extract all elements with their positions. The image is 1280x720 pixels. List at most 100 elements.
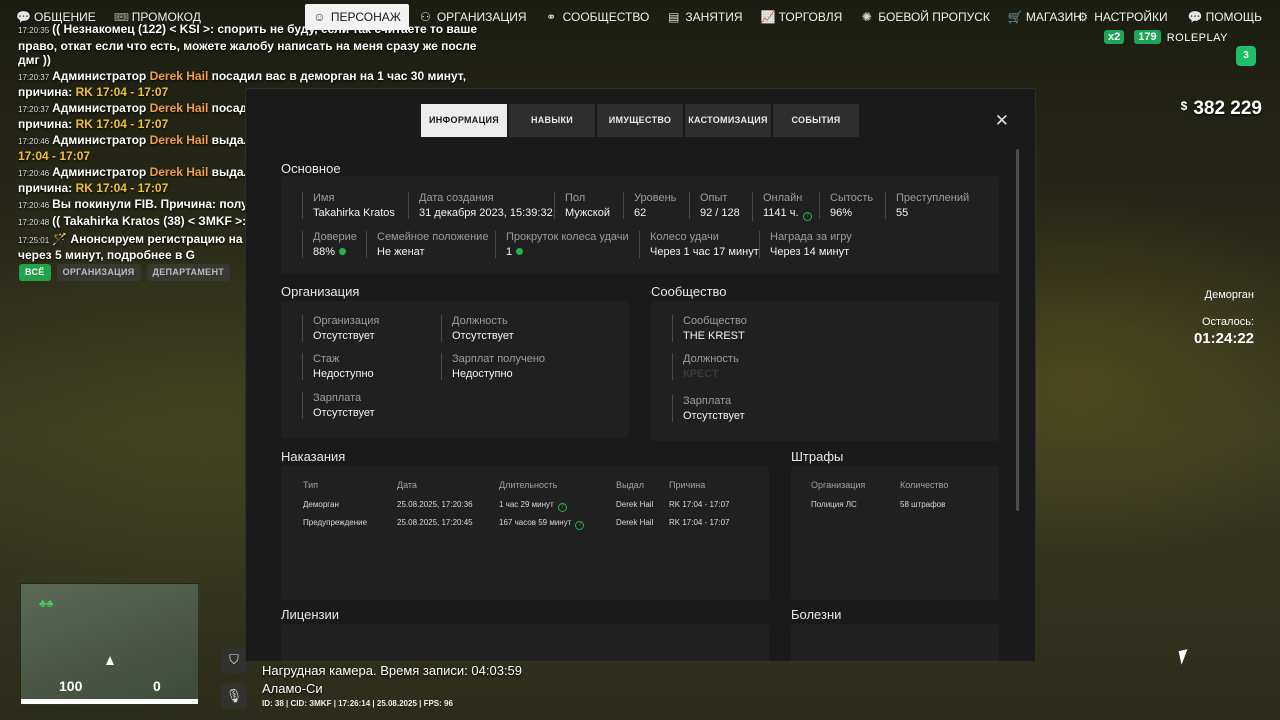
handshake-icon: ⚭ (546, 10, 557, 24)
field-org-position: Должность Отсутствует (441, 315, 514, 342)
chat-timestamp: 17:25:01 (18, 235, 50, 245)
col-header-org: Организация (811, 480, 866, 490)
chat-timestamp: 17:20:37 (18, 72, 50, 82)
nav-help[interactable]: 💬 ПОМОЩЬ (1180, 4, 1270, 30)
chat-text: Derek Hail (149, 164, 209, 179)
user-icon: ☺ (313, 10, 326, 24)
table-cell: 58 штрафов (900, 500, 946, 509)
chat-text: Администратор (52, 68, 150, 83)
punishments-card: Тип Дата Длительность Выдал Причина Демо… (281, 466, 769, 600)
nav-promo[interactable]: 🎟 ПРОМОКОД (106, 4, 209, 30)
jail-left-label: Осталось: (1201, 316, 1254, 328)
health-bar (21, 699, 198, 704)
tab-info[interactable]: ИНФОРМАЦИЯ (421, 104, 507, 137)
chat-timestamp: 17:20:46 (18, 136, 50, 146)
table-cell: 25.08.2025, 17:20:45 (397, 518, 473, 527)
ticket-icon: 🎟 (113, 10, 129, 24)
table-cell: Derek Hail (616, 518, 654, 527)
nav-organization[interactable]: ⚇ ОРГАНИЗАЦИЯ (411, 4, 535, 30)
col-header-date: Дата (397, 480, 417, 490)
col-header-type: Тип (303, 480, 319, 490)
map-blip-icon: ♣♣ (39, 598, 54, 610)
clipboard-icon: ▤ (668, 10, 680, 24)
table-cell-duration: 1 час 29 минут? (499, 500, 567, 512)
field-experience: Опыт 92 / 128 (689, 192, 740, 219)
field-org: Организация Отсутствует (302, 315, 379, 342)
armor-value: 0 (153, 678, 161, 694)
nav-activities[interactable]: ▤ ЗАНЯТИЯ (659, 4, 750, 30)
field-community-position: Должность КРЕСТ (672, 353, 739, 380)
chat-text: (( Takahirka Kratos (38) < ЗМKF >: (52, 214, 247, 228)
nav-trade[interactable]: 📈 ТОРГОВЛЯ (753, 4, 851, 30)
section-title-community: Сообщество (651, 284, 727, 299)
nav-battlepass[interactable]: ✺ БОЕВОЙ ПРОПУСК (852, 4, 998, 30)
col-header-reason: Причина (669, 480, 706, 490)
cart-icon: 🛒 (1007, 10, 1023, 24)
shield-icon[interactable]: ⛉ (221, 647, 247, 673)
microphone-icon[interactable]: 🎙 (221, 683, 247, 709)
session-info: ID: 38 | CID: ЗМKF | 17:26:14 | 25.08.20… (262, 699, 453, 708)
table-cell: RK 17:04 - 17:07 (669, 518, 730, 527)
table-cell: Полиция ЛС (811, 500, 857, 509)
tab-skills[interactable]: НАВЫКИ (509, 104, 595, 137)
health-bar-fill (21, 699, 198, 704)
chat-tab-department[interactable]: ДЕПАРТАМЕНТ (146, 264, 231, 281)
currency-symbol: $ (1180, 99, 1188, 113)
player-arrow-icon (106, 656, 114, 665)
nav-community[interactable]: ⚭ СООБЩЕСТВО (537, 4, 658, 30)
tab-property[interactable]: ИМУЩЕСТВО (597, 104, 683, 137)
jail-time: 01:24:22 (1193, 330, 1254, 347)
nav-character[interactable]: ☺ ПЕРСОНАЖ (304, 4, 409, 30)
licenses-card (281, 624, 769, 661)
tab-customization[interactable]: КАСТОМИЗАЦИЯ (685, 104, 771, 137)
minimap: ♣♣ 100 0 (20, 583, 199, 705)
field-trust: Доверие 88% (302, 231, 357, 258)
section-title-punishments: Наказания (281, 449, 346, 464)
field-community-salary: Зарплата Отсутствует (672, 395, 745, 422)
basic-card: Имя Takahirka Kratos Дата создания 31 дека… (281, 176, 999, 274)
people-icon: ⚇ (419, 10, 431, 24)
chat-tab-all[interactable]: ВСЁ (19, 264, 51, 281)
gear-badge-icon: ✺ (861, 10, 872, 24)
chat-text: Администратор (52, 164, 150, 179)
section-title-fines: Штрафы (791, 449, 844, 464)
chat-tab-organization[interactable]: ОРГАНИЗАЦИЯ (56, 264, 141, 281)
section-title-diseases: Болезни (791, 607, 842, 622)
field-community: Сообщество THE KREST (672, 315, 747, 342)
chat-text: Derek Hail (149, 100, 209, 115)
field-name: Имя Takahirka Kratos (302, 192, 395, 219)
chat-timestamp: 17:20:46 (18, 168, 50, 178)
field-org-tenure: Стаж Недоступно (302, 353, 374, 380)
server-logo: x2 179 ROLEPLAY 3 (1104, 26, 1262, 70)
table-cell: Предупреждение (303, 518, 368, 527)
field-marital: Семейное положение Не женат (366, 231, 488, 258)
bonus-badges: x2 179 (1104, 30, 1161, 44)
panel-tabs: ИНФОРМАЦИЯ НАВЫКИ ИМУЩЕСТВО КАСТОМИЗАЦИЯ… (421, 104, 859, 137)
field-gender: Пол Мужской (554, 192, 610, 219)
close-icon[interactable]: ✕ (995, 111, 1009, 131)
field-reward: Награда за игру Через 14 минут (759, 231, 852, 258)
col-header-duration: Длительность (499, 480, 558, 490)
status-dot-icon (339, 248, 347, 255)
nav-chat[interactable]: 💬 ОБЩЕНИЕ (8, 4, 104, 30)
chat-timestamp: 17:20:46 (18, 200, 50, 210)
help-icon: 💬 (1187, 10, 1203, 24)
scrollbar[interactable] (1016, 149, 1019, 511)
money-amount: 382 229 (1193, 98, 1262, 119)
jail-timer: Деморган Осталось: 01:24:22 (1194, 289, 1254, 347)
chat-text: Администратор (52, 100, 150, 115)
info-icon[interactable]: ? (575, 521, 585, 530)
chat-text: RK 17:04 - 17:07 (75, 117, 169, 131)
nav-settings[interactable]: ⚙ НАСТРОЙКИ (1068, 4, 1175, 30)
chat-text: Derek Hail (149, 132, 209, 147)
col-header-issuer: Выдал (616, 480, 644, 490)
mouse-cursor-icon (1178, 649, 1191, 665)
fines-card: Организация Количество Полиция ЛС 58 штр… (791, 466, 999, 600)
field-created: Дата создания 31 декабря 2023, 15:39:32 (408, 192, 553, 219)
info-icon[interactable]: ? (557, 503, 567, 512)
info-icon[interactable]: ? (802, 212, 812, 221)
tab-events[interactable]: СОБЫТИЯ (773, 104, 859, 137)
field-wheel: Колесо удачи Через 1 час 17 минут (639, 231, 759, 258)
table-cell: Деморган (303, 500, 339, 509)
field-wheel-spins: Прокруток колеса удачи 1 (495, 231, 629, 258)
